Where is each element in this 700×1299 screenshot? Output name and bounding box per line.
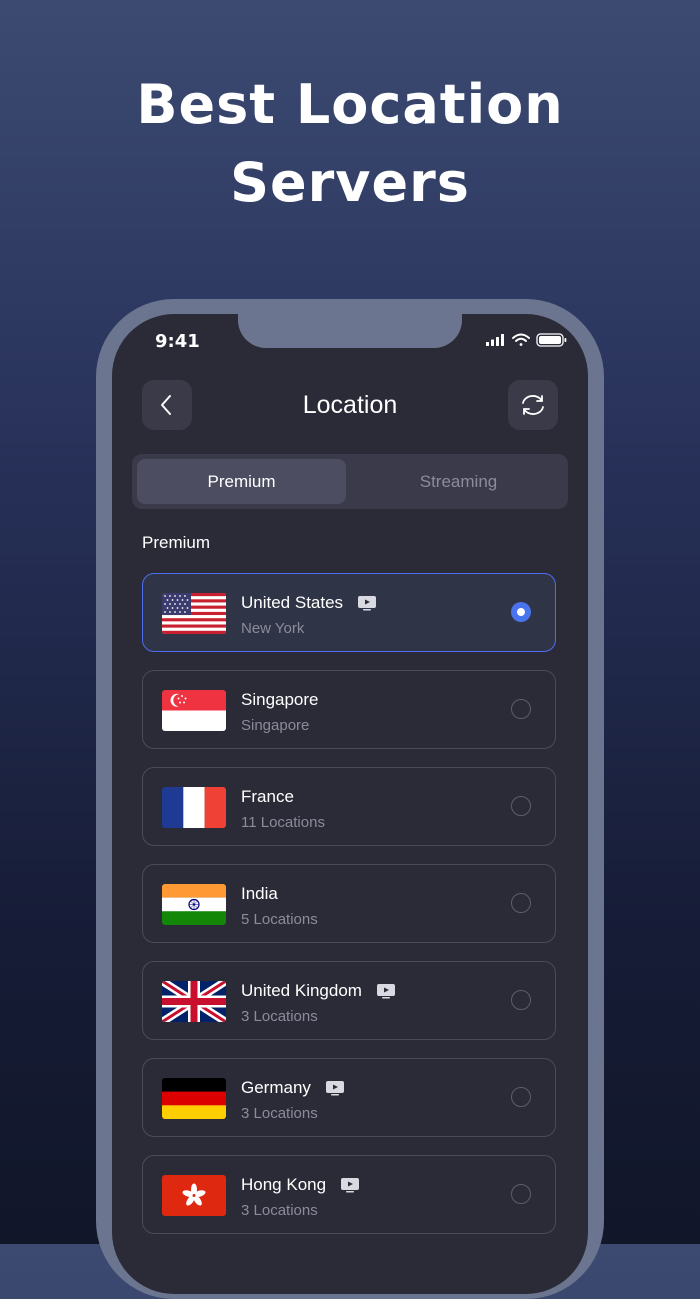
hero-line-2: Servers	[230, 151, 470, 214]
location-country: United Kingdom	[241, 981, 396, 1001]
location-item-united-kingdom[interactable]: United Kingdom 3 Locations	[142, 961, 556, 1040]
fr-flag-icon	[162, 787, 226, 828]
location-country-label: United Kingdom	[241, 981, 362, 1000]
location-detail: 11 Locations	[241, 814, 325, 831]
location-country: Singapore	[241, 690, 319, 710]
location-item-india[interactable]: India 5 Locations	[142, 864, 556, 943]
location-detail: Singapore	[241, 717, 310, 734]
streaming-icon	[341, 1178, 360, 1193]
refresh-icon	[522, 395, 544, 415]
location-country-label: Germany	[241, 1078, 311, 1097]
location-detail: 3 Locations	[241, 1008, 318, 1025]
radio-unselected[interactable]	[511, 699, 531, 719]
radio-unselected[interactable]	[511, 893, 531, 913]
location-country-label: India	[241, 884, 278, 903]
phone-notch	[238, 314, 462, 348]
location-item-hong-kong[interactable]: Hong Kong 3 Locations	[142, 1155, 556, 1234]
status-time: 9:41	[155, 331, 200, 352]
in-flag-icon	[162, 884, 226, 925]
location-country: Germany	[241, 1078, 345, 1098]
location-item-france[interactable]: France 11 Locations	[142, 767, 556, 846]
radio-unselected[interactable]	[511, 796, 531, 816]
de-flag-icon	[162, 1078, 226, 1119]
radio-unselected[interactable]	[511, 1087, 531, 1107]
wifi-icon	[512, 333, 530, 346]
tab-segmented-control: Premium Streaming	[132, 454, 568, 509]
sg-flag-icon	[162, 690, 226, 731]
streaming-icon	[376, 984, 395, 999]
location-country-label: France	[241, 787, 294, 806]
location-country-label: Hong Kong	[241, 1175, 327, 1194]
phone-screen: 9:41 Location Premium Streaming Premium …	[112, 314, 588, 1294]
location-detail: 3 Locations	[241, 1202, 318, 1219]
location-country-label: Singapore	[241, 690, 319, 709]
hero-line-1: Best Location	[136, 73, 564, 136]
location-item-singapore[interactable]: Singapore Singapore	[142, 670, 556, 749]
hk-flag-icon	[162, 1175, 226, 1216]
radio-unselected[interactable]	[511, 1184, 531, 1204]
location-detail: 5 Locations	[241, 911, 318, 928]
location-item-united-states[interactable]: United States New York	[142, 573, 556, 652]
location-country: United States	[241, 593, 377, 613]
refresh-button[interactable]	[508, 380, 558, 430]
location-country: Hong Kong	[241, 1175, 360, 1195]
tab-premium[interactable]: Premium	[137, 459, 346, 504]
location-detail: New York	[241, 620, 305, 637]
status-icons	[486, 333, 567, 347]
section-title: Premium	[142, 533, 211, 552]
hero-heading: Best Location Servers	[0, 66, 700, 222]
location-country-label: United States	[241, 593, 344, 612]
uk-flag-icon	[162, 981, 226, 1022]
radio-unselected[interactable]	[511, 990, 531, 1010]
location-country: India	[241, 884, 278, 904]
cellular-signal-icon	[486, 334, 504, 346]
location-country: France	[241, 787, 294, 807]
location-item-germany[interactable]: Germany 3 Locations	[142, 1058, 556, 1137]
location-detail: 3 Locations	[241, 1105, 318, 1122]
us-flag-icon	[162, 593, 226, 634]
streaming-icon	[358, 596, 377, 611]
tab-streaming[interactable]: Streaming	[354, 459, 563, 504]
battery-icon	[536, 333, 567, 347]
radio-selected[interactable]	[511, 602, 531, 622]
streaming-icon	[325, 1081, 344, 1096]
